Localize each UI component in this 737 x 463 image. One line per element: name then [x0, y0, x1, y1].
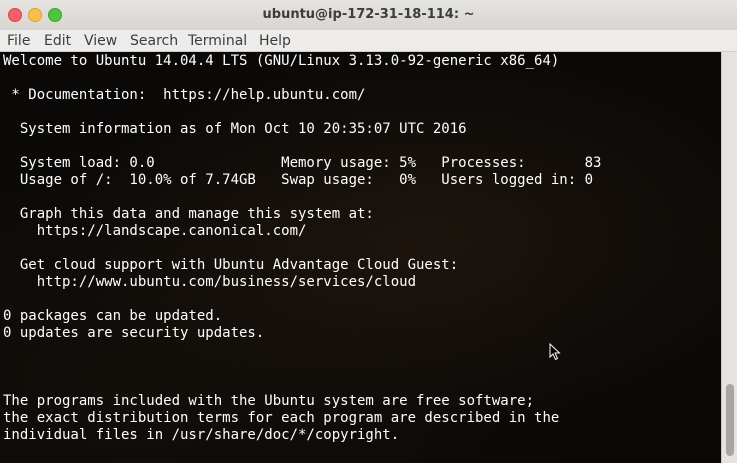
terminal-window: ubuntu@ip-172-31-18-114: ~ File Edit Vie…	[0, 0, 737, 463]
terminal-line: * Documentation: https://help.ubuntu.com…	[3, 87, 366, 103]
menu-edit[interactable]: Edit	[44, 32, 71, 50]
menu-view[interactable]: View	[84, 32, 117, 50]
menu-file[interactable]: File	[7, 32, 30, 50]
terminal-line: Graph this data and manage this system a…	[3, 206, 374, 222]
title-bar[interactable]: ubuntu@ip-172-31-18-114: ~	[0, 0, 737, 30]
terminal-line: The programs included with the Ubuntu sy…	[3, 393, 535, 409]
scrollbar-thumb[interactable]	[726, 384, 734, 456]
menu-terminal[interactable]: Terminal	[188, 32, 247, 50]
terminal-line: 0 packages can be updated.	[3, 308, 223, 324]
menu-help[interactable]: Help	[259, 32, 291, 50]
window-title: ubuntu@ip-172-31-18-114: ~	[262, 7, 475, 22]
terminal-line: 0 updates are security updates.	[3, 325, 265, 341]
terminal-line: Welcome to Ubuntu 14.04.4 LTS (GNU/Linux…	[3, 53, 560, 69]
terminal-line: individual files in /usr/share/doc/*/cop…	[3, 427, 400, 443]
terminal-line: Get cloud support with Ubuntu Advantage …	[3, 257, 459, 273]
terminal-line: Usage of /: 10.0% of 7.74GB Swap usage: …	[3, 172, 594, 188]
vertical-scrollbar[interactable]	[721, 52, 737, 463]
mouse-pointer-icon	[549, 343, 561, 361]
terminal-output[interactable]: Welcome to Ubuntu 14.04.4 LTS (GNU/Linux…	[0, 52, 721, 463]
terminal-line: System information as of Mon Oct 10 20:3…	[3, 121, 467, 137]
terminal-line: the exact distribution terms for each pr…	[3, 410, 560, 426]
menu-search[interactable]: Search	[130, 32, 178, 50]
terminal-line: http://www.ubuntu.com/business/services/…	[3, 274, 417, 290]
terminal-line: System load: 0.0 Memory usage: 5% Proces…	[3, 155, 602, 171]
menu-bar: File Edit View Search Terminal Help	[0, 30, 737, 52]
terminal-line: https://landscape.canonical.com/	[3, 223, 307, 239]
